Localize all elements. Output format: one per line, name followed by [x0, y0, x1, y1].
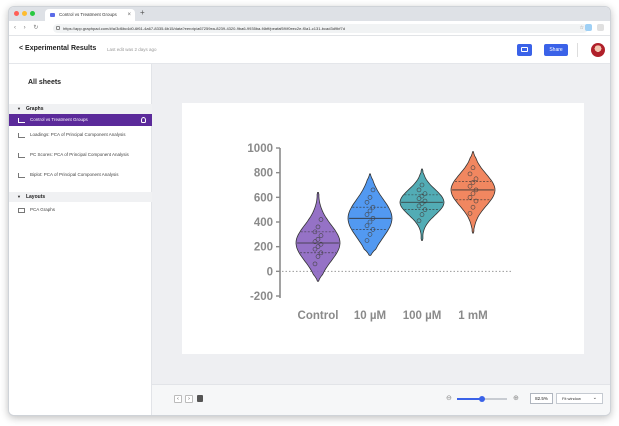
- back-to-project-link[interactable]: < Experimental Results: [19, 45, 96, 52]
- violin-chart[interactable]: 1000 800 600 400 200 0 -200 Control 10 µM 100 µM 1…: [182, 103, 584, 354]
- tab-title: Control vs Treatment Groups: [59, 12, 117, 17]
- menu-icon[interactable]: [597, 24, 604, 31]
- sidebar-item-label: Control vs Treatment Groups: [30, 117, 88, 122]
- browser-window: Control vs Treatment Groups × + ‹ › ↻ ht…: [8, 6, 611, 416]
- extension-buttons: [585, 24, 604, 31]
- lock-icon: [56, 26, 60, 30]
- graph-canvas-area: 1000 800 600 400 200 0 -200 Control 10 µM 100 µM 1…: [152, 64, 610, 415]
- x-category-label: 10 µM: [354, 310, 386, 322]
- violin-1: [347, 173, 393, 256]
- graph-sheet: 1000 800 600 400 200 0 -200 Control 10 µM 100 µM 1…: [182, 103, 584, 354]
- y-tick-label: 800: [254, 168, 273, 180]
- section-layouts[interactable]: ▼ Layouts: [9, 192, 152, 202]
- section-label: Graphs: [25, 106, 44, 112]
- graph-icon: [18, 173, 25, 178]
- x-category-label: 1 mM: [458, 310, 487, 322]
- prev-sheet-button[interactable]: ‹: [174, 395, 182, 403]
- violin-body: [347, 173, 393, 256]
- sidebar-item-pc-scores[interactable]: PC Scores: PCA of Principal Component An…: [9, 152, 129, 158]
- close-window-button[interactable]: [14, 11, 19, 16]
- sheets-sidebar: All sheets ▼ Graphs Control vs Treatment …: [9, 64, 152, 415]
- sidebar-item-label: PCA Graphs: [30, 207, 56, 212]
- window-controls: [14, 11, 35, 16]
- y-tick-label: -200: [250, 291, 273, 303]
- violin-2: [399, 168, 445, 241]
- zoom-in-icon[interactable]: ⊕: [513, 394, 519, 402]
- y-tick-label: 400: [254, 217, 273, 229]
- header-divider: [577, 43, 578, 57]
- layout-icon: [18, 208, 25, 213]
- graph-icon: [18, 118, 25, 123]
- maximize-window-button[interactable]: [30, 11, 35, 16]
- app-favicon-icon: [50, 13, 55, 17]
- section-graphs[interactable]: ▼ Graphs: [9, 104, 152, 114]
- sidebar-item-loadings[interactable]: Loadings: PCA of Principal Component Ana…: [9, 132, 129, 138]
- address-bar: ‹ › ↻ https://app.graphpad.com/#/a/3d6bc…: [9, 21, 610, 36]
- fit-window-select[interactable]: Fit window ⌄: [556, 393, 603, 404]
- caret-down-icon: ▼: [17, 106, 21, 111]
- sidebar-item-biplot[interactable]: Biplot: PCA of Principal Component Analy…: [9, 172, 131, 178]
- avatar[interactable]: [591, 43, 605, 57]
- new-tab-button[interactable]: +: [140, 8, 145, 17]
- violin-body: [450, 151, 496, 234]
- url-text: https://app.graphpad.com/#/a/3d6bc4d0-6f…: [63, 26, 345, 31]
- app-header: < Experimental Results Last edit was 2 d…: [9, 36, 610, 64]
- zoom-value-input[interactable]: 82.5%: [530, 393, 553, 404]
- sidebar-title: All sheets: [28, 79, 62, 86]
- close-tab-icon[interactable]: ×: [127, 9, 131, 21]
- share-button[interactable]: Share: [544, 44, 568, 56]
- y-tick-label: 600: [254, 192, 273, 204]
- caret-down-icon: ▼: [17, 194, 21, 199]
- zoom-slider-knob[interactable]: [479, 396, 485, 402]
- url-field[interactable]: https://app.graphpad.com/#/a/3d6bc4d0-6f…: [53, 24, 588, 33]
- sidebar-item-pca-graphs[interactable]: PCA Graphs: [9, 207, 152, 213]
- extension-icon[interactable]: [585, 24, 592, 31]
- browser-tab[interactable]: Control vs Treatment Groups ×: [45, 9, 135, 21]
- x-category-label: Control: [298, 310, 339, 322]
- next-sheet-button[interactable]: ›: [185, 395, 193, 403]
- zoom-slider[interactable]: [457, 396, 507, 402]
- comments-button[interactable]: [517, 44, 532, 56]
- violin-body: [295, 192, 341, 282]
- fit-window-label: Fit window: [562, 396, 581, 401]
- sidebar-item-label: PC Scores: PCA of Principal Component An…: [30, 152, 129, 157]
- graph-icon: [18, 133, 25, 138]
- violin-0: [295, 192, 341, 282]
- save-icon[interactable]: [197, 395, 203, 402]
- comment-icon: [521, 47, 528, 52]
- bookmark-star-icon[interactable]: ☆: [580, 24, 584, 33]
- nav-buttons[interactable]: ‹ › ↻: [14, 24, 41, 31]
- y-tick-label: 0: [267, 266, 273, 278]
- sidebar-item-control-vs-treatment[interactable]: Control vs Treatment Groups: [9, 114, 152, 126]
- graph-icon: [18, 153, 25, 158]
- bottom-toolbar: ‹ › ⊖ ⊕ 82.5% Fit window ⌄: [152, 384, 610, 415]
- last-edit-text: Last edit was 2 days ago: [107, 47, 157, 52]
- violin-body: [399, 168, 445, 241]
- x-category-label: 100 µM: [403, 310, 442, 322]
- sidebar-item-label: Loadings: PCA of Principal Component Ana…: [30, 132, 126, 137]
- y-tick-label: 200: [254, 242, 273, 254]
- browser-tab-bar: Control vs Treatment Groups × +: [9, 7, 610, 21]
- section-label: Layouts: [25, 194, 46, 200]
- zoom-out-icon[interactable]: ⊖: [446, 394, 452, 402]
- violin-3: [450, 151, 496, 234]
- minimize-window-button[interactable]: [22, 11, 27, 16]
- sidebar-item-label: Biplot: PCA of Principal Component Analy…: [30, 172, 119, 177]
- y-tick-label: 1000: [247, 143, 273, 155]
- lightbulb-icon[interactable]: [141, 117, 146, 123]
- chevron-down-icon: ⌄: [592, 395, 597, 401]
